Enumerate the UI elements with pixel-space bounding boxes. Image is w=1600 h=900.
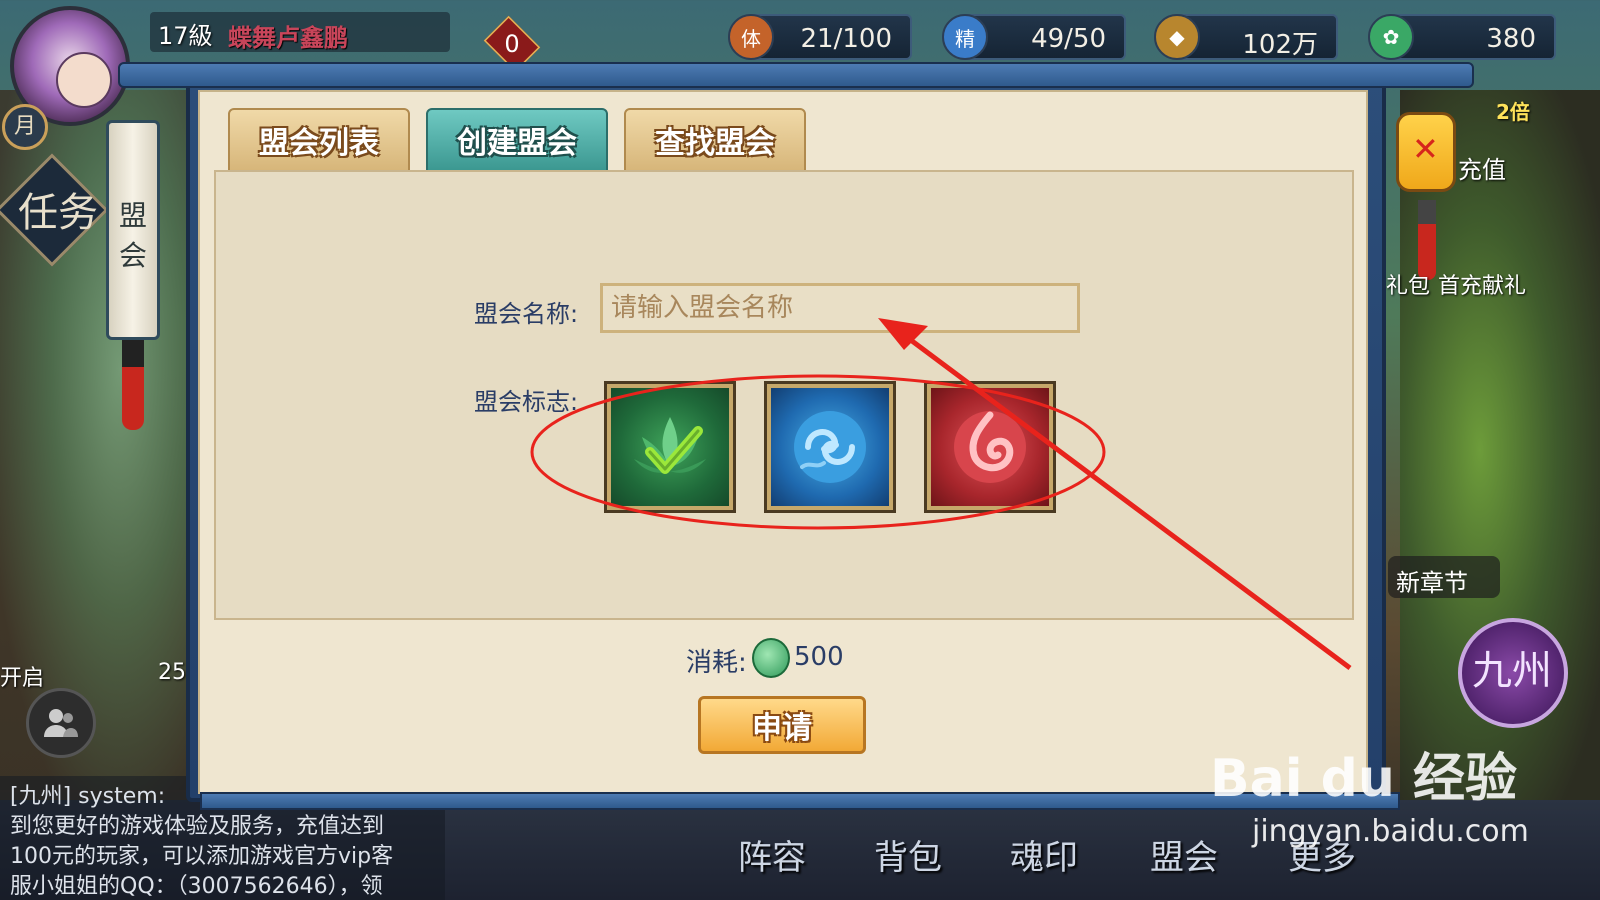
jade-value: 380 xyxy=(1486,24,1536,54)
resource-energy[interactable]: 精 49/50 xyxy=(942,14,1126,60)
open-label: 开启 xyxy=(0,666,45,691)
new-chapter-label: 新章节 xyxy=(1396,569,1468,597)
tab-alliance-list[interactable]: 盟会列表 xyxy=(228,108,410,172)
jade-icon: ✿ xyxy=(1368,14,1414,60)
tab-label: 创建盟会 xyxy=(457,126,577,161)
apply-button[interactable]: 申请 xyxy=(698,696,866,754)
friends-button[interactable] xyxy=(26,688,96,758)
double-reward-label: 2倍 xyxy=(1496,100,1530,124)
nav-alliance[interactable]: 盟会 xyxy=(1150,830,1218,879)
tab-label: 盟会列表 xyxy=(259,126,379,161)
task-label: 任务 xyxy=(18,190,98,236)
red-flame-emblem[interactable] xyxy=(924,381,1056,513)
alliance-name-label: 盟会名称: xyxy=(474,300,579,328)
count-label: 25 xyxy=(158,660,186,685)
lantern-icon: ✕ xyxy=(1412,130,1439,168)
tab-create-alliance[interactable]: 创建盟会 xyxy=(426,108,608,172)
jade-icon xyxy=(752,638,790,678)
stamina-icon: 体 xyxy=(728,14,774,60)
resource-coin[interactable]: ◆ 102万 xyxy=(1154,14,1338,60)
energy-value: 49/50 xyxy=(1031,24,1106,54)
player-level: 17級 xyxy=(158,22,213,50)
lotus-icon xyxy=(634,417,706,474)
people-icon xyxy=(44,709,78,737)
banner-tassel xyxy=(122,340,144,430)
coin-value: 102万 xyxy=(1242,30,1318,60)
cost-value: 500 xyxy=(794,642,844,672)
apply-button-label: 申请 xyxy=(752,711,812,746)
green-lotus-emblem[interactable] xyxy=(604,381,736,513)
recharge-label[interactable]: 充值 xyxy=(1458,150,1506,185)
stamina-value: 21/100 xyxy=(800,24,892,54)
cloud-swirl-icon xyxy=(794,411,866,483)
cost-label: 消耗: xyxy=(686,648,747,678)
gift-label[interactable]: 礼包 xyxy=(1386,268,1430,300)
player-name: 蝶舞卢鑫鹏 xyxy=(228,24,348,52)
avatar-face xyxy=(56,52,112,108)
flame-swirl-icon xyxy=(954,411,1026,483)
first-pay-label[interactable]: 首充献礼 xyxy=(1438,268,1526,300)
moon-badge[interactable]: 月 xyxy=(2,104,48,150)
alliance-emblem-label: 盟会标志: xyxy=(474,388,579,416)
resource-jade[interactable]: ✿ 380 xyxy=(1368,14,1556,60)
tab-label: 查找盟会 xyxy=(655,126,775,161)
jiuzhou-label: 九州 xyxy=(1472,648,1552,694)
chat-line: 服小姐姐的QQ：（3007562646），领 xyxy=(10,874,383,899)
energy-icon: 精 xyxy=(942,14,988,60)
nav-lineup[interactable]: 阵容 xyxy=(738,830,806,879)
nav-soul-seal[interactable]: 魂印 xyxy=(1010,830,1078,879)
tab-search-alliance[interactable]: 查找盟会 xyxy=(624,108,806,172)
dialog-top-rail xyxy=(118,62,1474,88)
watermark-logo: Bai du 经验 xyxy=(1210,749,1517,809)
coin-icon: ◆ xyxy=(1154,14,1200,60)
notification-count: 0 xyxy=(504,30,520,58)
alliance-name-input[interactable] xyxy=(600,283,1080,333)
chat-line: 100元的玩家，可以添加游戏官方vip客 xyxy=(10,844,394,869)
resource-stamina[interactable]: 体 21/100 xyxy=(728,14,912,60)
blue-cloud-emblem[interactable] xyxy=(764,381,896,513)
chat-line: 到您更好的游戏体验及服务，充值达到 xyxy=(10,814,385,839)
nav-bag[interactable]: 背包 xyxy=(874,830,942,879)
alliance-banner-label: 盟会 xyxy=(118,199,147,272)
watermark-url: jingyan.baidu.com xyxy=(1252,814,1529,849)
